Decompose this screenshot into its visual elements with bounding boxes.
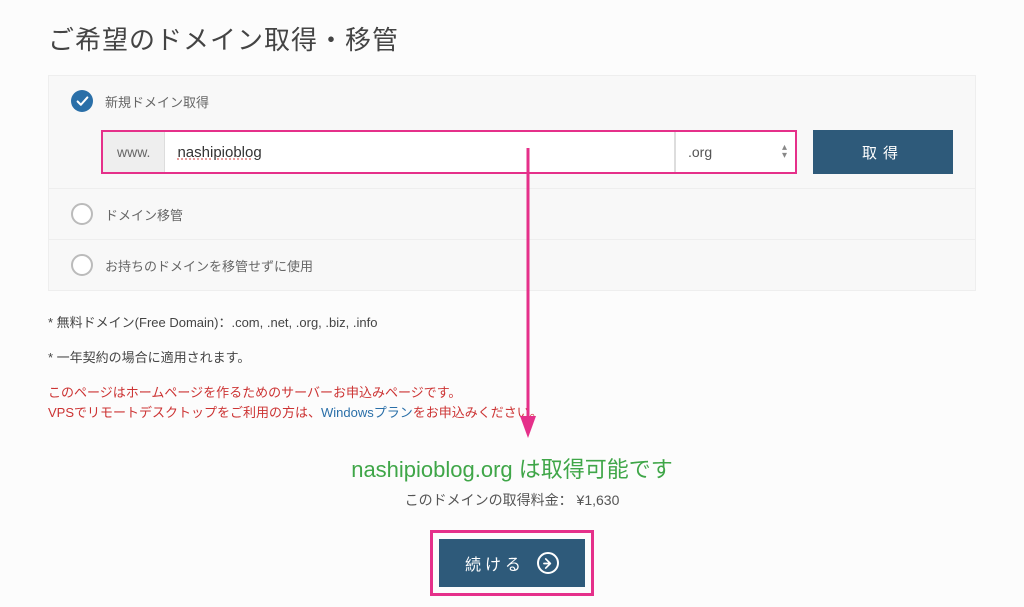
domain-input-row: www. .org ▴▾ 取得 (101, 130, 953, 174)
warning-block: このページはホームページを作るためのサーバーお申込みページです。 VPSでリモー… (48, 383, 976, 425)
warning-text-b: をお申込みください。 (413, 405, 543, 420)
option-transfer[interactable]: ドメイン移管 (49, 189, 975, 240)
option-label-new: 新規ドメイン取得 (105, 92, 209, 111)
availability-result: nashipioblog.org は取得可能です このドメインの取得料金： ¥1… (48, 452, 976, 510)
option-label-existing: お持ちのドメインを移管せずに使用 (105, 256, 313, 275)
radio-checked-icon (71, 90, 93, 112)
warning-line2: VPSでリモートデスクトップをご利用の方は、Windowsプランをお申込みくださ… (48, 403, 976, 424)
note-one-year: * 一年契約の場合に適用されます。 (48, 348, 976, 369)
domain-input-group: www. .org ▴▾ (101, 130, 797, 174)
continue-highlight-box: 続ける (430, 530, 594, 596)
page-title: ご希望のドメイン取得・移管 (48, 20, 976, 57)
note-free-domain: * 無料ドメイン(Free Domain)：.com, .net, .org, … (48, 313, 976, 334)
warning-line1: このページはホームページを作るためのサーバーお申込みページです。 (48, 383, 976, 404)
price-label: このドメインの取得料金： (405, 492, 573, 508)
domain-options-panel: 新規ドメイン取得 www. .org ▴▾ 取得 ドメイン移管 (48, 75, 976, 291)
radio-unchecked-icon (71, 203, 93, 225)
continue-button[interactable]: 続ける (439, 539, 585, 587)
continue-label: 続ける (465, 551, 525, 575)
radio-unchecked-icon (71, 254, 93, 276)
result-available-text: nashipioblog.org は取得可能です (48, 452, 976, 484)
domain-name-input[interactable] (165, 132, 674, 172)
tld-select[interactable]: .org (675, 132, 795, 172)
option-new-domain[interactable]: 新規ドメイン取得 www. .org ▴▾ 取得 (49, 76, 975, 189)
option-existing[interactable]: お持ちのドメインを移管せずに使用 (49, 240, 975, 290)
acquire-button[interactable]: 取得 (813, 130, 953, 174)
result-price: このドメインの取得料金： ¥1,630 (48, 490, 976, 510)
warning-text-a: VPSでリモートデスクトップをご利用の方は、 (48, 405, 321, 420)
option-label-transfer: ドメイン移管 (105, 205, 183, 224)
windows-plan-link[interactable]: Windowsプラン (321, 405, 413, 420)
tld-select-wrap[interactable]: .org ▴▾ (674, 132, 795, 172)
notes-block: * 無料ドメイン(Free Domain)：.com, .net, .org, … (48, 313, 976, 369)
www-prefix: www. (103, 132, 165, 172)
arrow-right-circle-icon (537, 552, 559, 574)
price-value: ¥1,630 (577, 492, 620, 508)
